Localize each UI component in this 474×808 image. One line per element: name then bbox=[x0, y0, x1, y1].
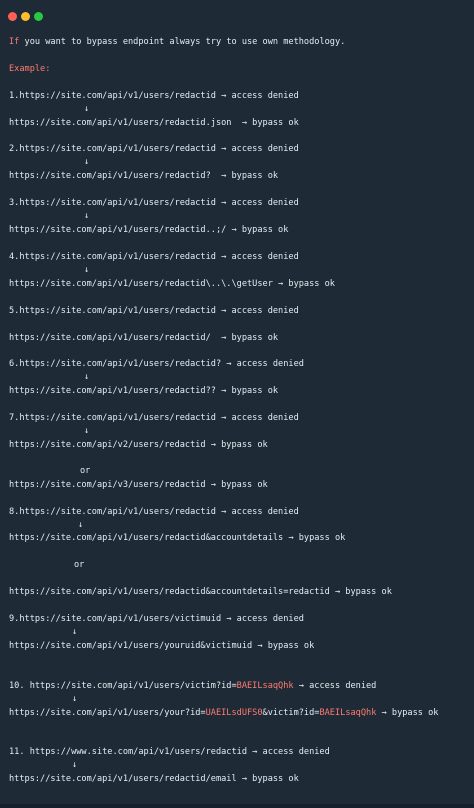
code-line-10a-pre: 10. https://site.com/api/v1/users/victim… bbox=[9, 681, 237, 691]
code-line-10b: https://site.com/api/v1/users/your?id=UA… bbox=[9, 708, 438, 719]
code-line-1b: https://site.com/api/v1/users/redactid.j… bbox=[9, 118, 299, 128]
down-arrow-icon: ↓ bbox=[72, 627, 78, 637]
code-line-1a: 1.https://site.com/api/v1/users/redactid… bbox=[9, 91, 299, 101]
down-arrow-icon: ↓ bbox=[84, 372, 90, 382]
code-line-2b: https://site.com/api/v1/users/redactid? … bbox=[9, 171, 279, 181]
or-separator: or bbox=[80, 466, 91, 476]
code-line-8a: 8.https://site.com/api/v1/users/redactid… bbox=[9, 507, 299, 517]
code-line-10a-id: BAEILsaqQhk bbox=[236, 681, 294, 691]
down-arrow-icon: ↓ bbox=[84, 426, 90, 436]
code-line-9a: 9.https://site.com/api/v1/users/victimui… bbox=[9, 614, 304, 624]
window-bottom-edge bbox=[0, 804, 474, 808]
code-line-11b: https://site.com/api/v1/users/redactid/e… bbox=[9, 774, 299, 784]
code-line-6b: https://site.com/api/v1/users/redactid??… bbox=[9, 386, 279, 396]
intro-text: If you want to bypass endpoint always tr… bbox=[9, 37, 345, 48]
code-line-8b: https://site.com/api/v1/users/redactid&a… bbox=[9, 533, 346, 543]
down-arrow-icon: ↓ bbox=[84, 211, 90, 221]
code-line-6a: 6.https://site.com/api/v1/users/redactid… bbox=[9, 359, 304, 369]
code-line-7c: https://site.com/api/v3/users/redactid →… bbox=[9, 480, 268, 490]
code-line-10b-post: → bypass ok bbox=[376, 708, 439, 718]
maximize-window-button[interactable] bbox=[34, 12, 43, 21]
down-arrow-icon: ↓ bbox=[72, 694, 78, 704]
code-line-8c: https://site.com/api/v1/users/redactid&a… bbox=[9, 587, 392, 597]
close-window-button[interactable] bbox=[8, 12, 17, 21]
code-line-5a: 5.https://site.com/api/v1/users/redactid… bbox=[9, 306, 299, 316]
code-line-3b: https://site.com/api/v1/users/redactid..… bbox=[9, 225, 289, 235]
code-line-4b: https://site.com/api/v1/users/redactid\.… bbox=[9, 279, 335, 289]
intro-rest: you want to bypass endpoint always try t… bbox=[19, 37, 346, 47]
code-line-10a-post: → access denied bbox=[293, 681, 377, 691]
code-line-4a: 4.https://site.com/api/v1/users/redactid… bbox=[9, 252, 299, 262]
minimize-window-button[interactable] bbox=[21, 12, 30, 21]
code-line-3a: 3.https://site.com/api/v1/users/redactid… bbox=[9, 198, 299, 208]
code-line-11a: 11. https://www.site.com/api/v1/users/re… bbox=[9, 747, 330, 757]
intro-if: If bbox=[9, 37, 20, 47]
code-line-10b-id-1: UAEILsdUFS0 bbox=[205, 708, 263, 718]
or-separator: or bbox=[74, 560, 85, 570]
code-line-7b: https://site.com/api/v2/users/redactid →… bbox=[9, 440, 268, 450]
code-line-10b-id-2: BAEILsaqQhk bbox=[319, 708, 377, 718]
code-line-7a: 7.https://site.com/api/v1/users/redactid… bbox=[9, 413, 299, 423]
code-line-10a: 10. https://site.com/api/v1/users/victim… bbox=[9, 681, 376, 692]
down-arrow-icon: ↓ bbox=[72, 760, 78, 770]
down-arrow-icon: ↓ bbox=[84, 157, 90, 167]
code-line-2a: 2.https://site.com/api/v1/users/redactid… bbox=[9, 144, 299, 154]
down-arrow-icon: ↓ bbox=[78, 520, 84, 530]
code-line-10b-pre: https://site.com/api/v1/users/your?id= bbox=[9, 708, 206, 718]
code-line-5b: https://site.com/api/v1/users/redactid/ … bbox=[9, 333, 279, 343]
example-label: Example: bbox=[9, 64, 51, 74]
down-arrow-icon: ↓ bbox=[84, 104, 90, 114]
code-window: If you want to bypass endpoint always tr… bbox=[0, 0, 474, 808]
code-line-10b-mid: &victim?id= bbox=[262, 708, 320, 718]
window-titlebar bbox=[0, 0, 474, 30]
code-line-9b: https://site.com/api/v1/users/youruid&vi… bbox=[9, 641, 315, 651]
down-arrow-icon: ↓ bbox=[84, 265, 90, 275]
